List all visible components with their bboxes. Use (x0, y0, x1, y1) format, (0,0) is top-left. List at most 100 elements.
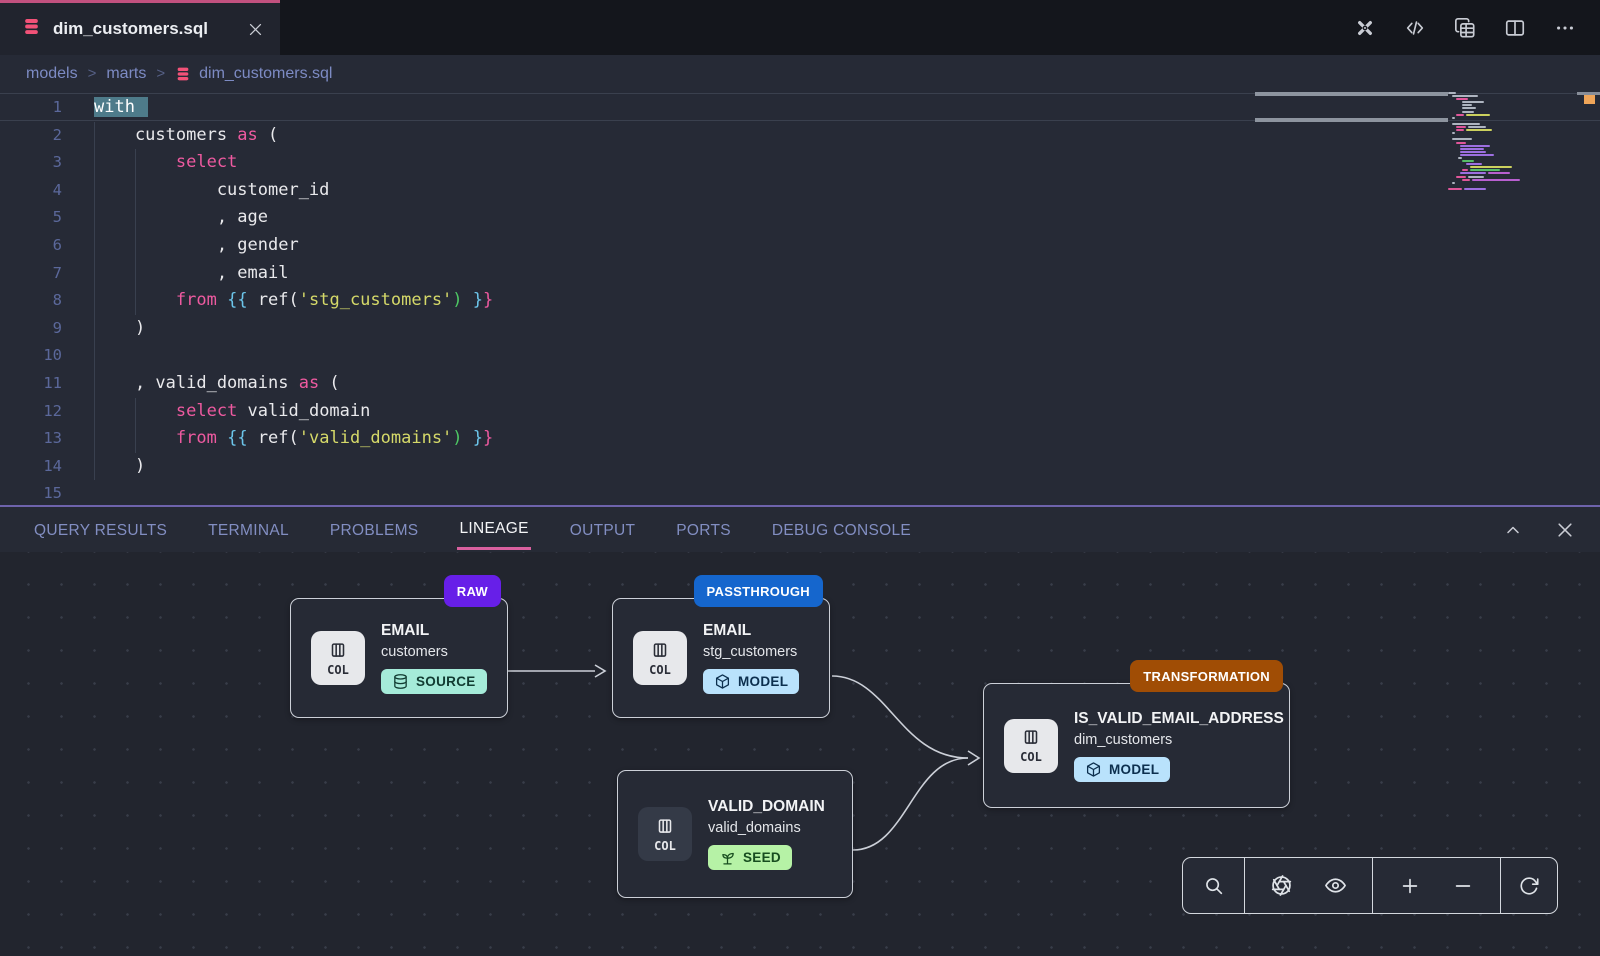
panel-tab-lineage[interactable]: LINEAGE (457, 509, 530, 550)
lineage-edge (853, 758, 968, 850)
close-panel-icon[interactable] (1552, 517, 1578, 543)
code-line-14: 14 ) (0, 453, 1600, 481)
code-line-3: 3 select (0, 149, 1600, 177)
panel-tab-query-results[interactable]: QUERY RESULTS (32, 511, 169, 549)
code-editor[interactable]: 1with2 customers as (3 select4 customer_… (0, 92, 1600, 505)
bottom-panel-header: QUERY RESULTS TERMINAL PROBLEMS LINEAGE OUTP… (0, 505, 1600, 552)
breadcrumb-separator: > (156, 65, 165, 82)
node-type-badge: RAW (444, 575, 501, 607)
node-title: VALID_DOMAIN (708, 798, 825, 816)
node-subtitle: stg_customers (703, 644, 799, 660)
code-line-12: 12 select valid_domain (0, 398, 1600, 426)
panel-tab-debug-console[interactable]: DEBUG CONSOLE (770, 511, 913, 549)
copy-table-icon[interactable] (1452, 15, 1478, 41)
node-title: IS_VALID_EMAIL_ADDRESS (1074, 710, 1284, 728)
node-subtitle: customers (381, 644, 487, 660)
scrollbar-annotation-marker (1584, 95, 1595, 104)
breadcrumb-file[interactable]: dim_customers.sql (175, 65, 332, 83)
lineage-node-stg_customers[interactable]: PASSTHROUGH COL EMAIL stg_customers MODE… (612, 598, 830, 718)
code-lines: 1with2 customers as (3 select4 customer_… (0, 94, 1600, 505)
lineage-edge (832, 676, 968, 758)
column-tile: COL (638, 807, 692, 861)
line-number: 10 (0, 342, 62, 370)
code-line-2: 2 customers as ( (0, 122, 1600, 150)
line-number: 9 (0, 315, 62, 343)
column-tile-label: COL (649, 663, 671, 677)
toolbar-group (1373, 858, 1501, 913)
minus-icon[interactable] (1446, 869, 1480, 903)
node-type-badge: PASSTHROUGH (694, 575, 823, 607)
app-window: dim_customers.sql models > marts > dim_cust… (0, 0, 1600, 956)
cube-icon (1085, 761, 1102, 778)
columns-icon (649, 640, 671, 662)
arrowhead-icon (595, 665, 605, 677)
tab-dim-customers[interactable]: dim_customers.sql (0, 0, 280, 55)
breadcrumb-segment-marts[interactable]: marts (106, 65, 146, 83)
code-icon[interactable] (1402, 15, 1428, 41)
code-line-15: 15 (0, 480, 1600, 505)
lineage-canvas[interactable]: RAW COL EMAIL customers SOURCE PASSTHROU… (0, 552, 1600, 956)
node-title: EMAIL (381, 622, 487, 640)
panel-tab-ports[interactable]: PORTS (674, 511, 733, 549)
line-number: 1 (0, 94, 62, 122)
eye-icon[interactable] (1318, 869, 1352, 903)
minimap[interactable] (1448, 92, 1560, 191)
collapse-panel-icon[interactable] (1500, 517, 1526, 543)
panel-tab-terminal[interactable]: TERMINAL (206, 511, 291, 549)
aperture-icon[interactable] (1265, 869, 1299, 903)
lineage-node-valid_domains[interactable]: COL VALID_DOMAIN valid_domains SEED (617, 770, 853, 898)
node-tag-source: SOURCE (381, 669, 487, 694)
code-line-13: 13 from {{ ref('valid_domains') }} (0, 425, 1600, 453)
line-number: 6 (0, 232, 62, 260)
tab-bar-spacer (280, 0, 1352, 55)
arrowhead-icon (968, 751, 979, 765)
toolbar-group (1245, 858, 1373, 913)
lineage-toolbar (1182, 857, 1558, 914)
editor-actions (1352, 0, 1600, 55)
plus-icon[interactable] (1393, 869, 1427, 903)
code-line-7: 7 , email (0, 260, 1600, 288)
tab-title: dim_customers.sql (53, 19, 235, 39)
column-tile: COL (633, 631, 687, 685)
line-number: 12 (0, 398, 62, 426)
search-icon[interactable] (1197, 869, 1231, 903)
minimap-selection-marker (1255, 118, 1448, 122)
panel-tab-output[interactable]: OUTPUT (568, 511, 638, 549)
lineage-node-dim_customers[interactable]: TRANSFORMATION COL IS_VALID_EMAIL_ADDRES… (983, 683, 1290, 808)
toolbar-group (1183, 858, 1245, 913)
database-icon (175, 66, 191, 82)
lineage-node-customers[interactable]: RAW COL EMAIL customers SOURCE (290, 598, 508, 718)
node-subtitle: dim_customers (1074, 732, 1284, 748)
more-icon[interactable] (1552, 15, 1578, 41)
node-tag-seed: SEED (708, 845, 792, 870)
breadcrumb: models > marts > dim_customers.sql (0, 55, 1600, 92)
breadcrumb-segment-models[interactable]: models (26, 65, 78, 83)
panel-tab-problems[interactable]: PROBLEMS (328, 511, 421, 549)
refresh-icon[interactable] (1512, 869, 1546, 903)
code-line-11: 11 , valid_domains as ( (0, 370, 1600, 398)
split-editor-icon[interactable] (1502, 15, 1528, 41)
dbt-logo-icon[interactable] (1352, 15, 1378, 41)
minimap-selection-marker (1255, 92, 1448, 96)
toolbar-group (1501, 858, 1557, 913)
close-tab-icon[interactable] (247, 21, 264, 38)
code-line-8: 8 from {{ ref('stg_customers') }} (0, 287, 1600, 315)
columns-icon (1020, 727, 1042, 749)
line-number: 13 (0, 425, 62, 453)
line-number: 3 (0, 149, 62, 177)
line-number: 14 (0, 453, 62, 481)
panel-actions (1500, 517, 1600, 543)
breadcrumb-separator: > (88, 65, 97, 82)
column-tile-label: COL (327, 663, 349, 677)
line-number: 4 (0, 177, 62, 205)
columns-icon (327, 640, 349, 662)
column-tile: COL (1004, 719, 1058, 773)
line-number: 7 (0, 260, 62, 288)
columns-icon (654, 816, 676, 838)
node-title: EMAIL (703, 622, 799, 640)
line-number: 8 (0, 287, 62, 315)
column-tile-label: COL (1020, 750, 1042, 764)
column-tile: COL (311, 631, 365, 685)
column-tile-label: COL (654, 839, 676, 853)
line-number: 5 (0, 204, 62, 232)
